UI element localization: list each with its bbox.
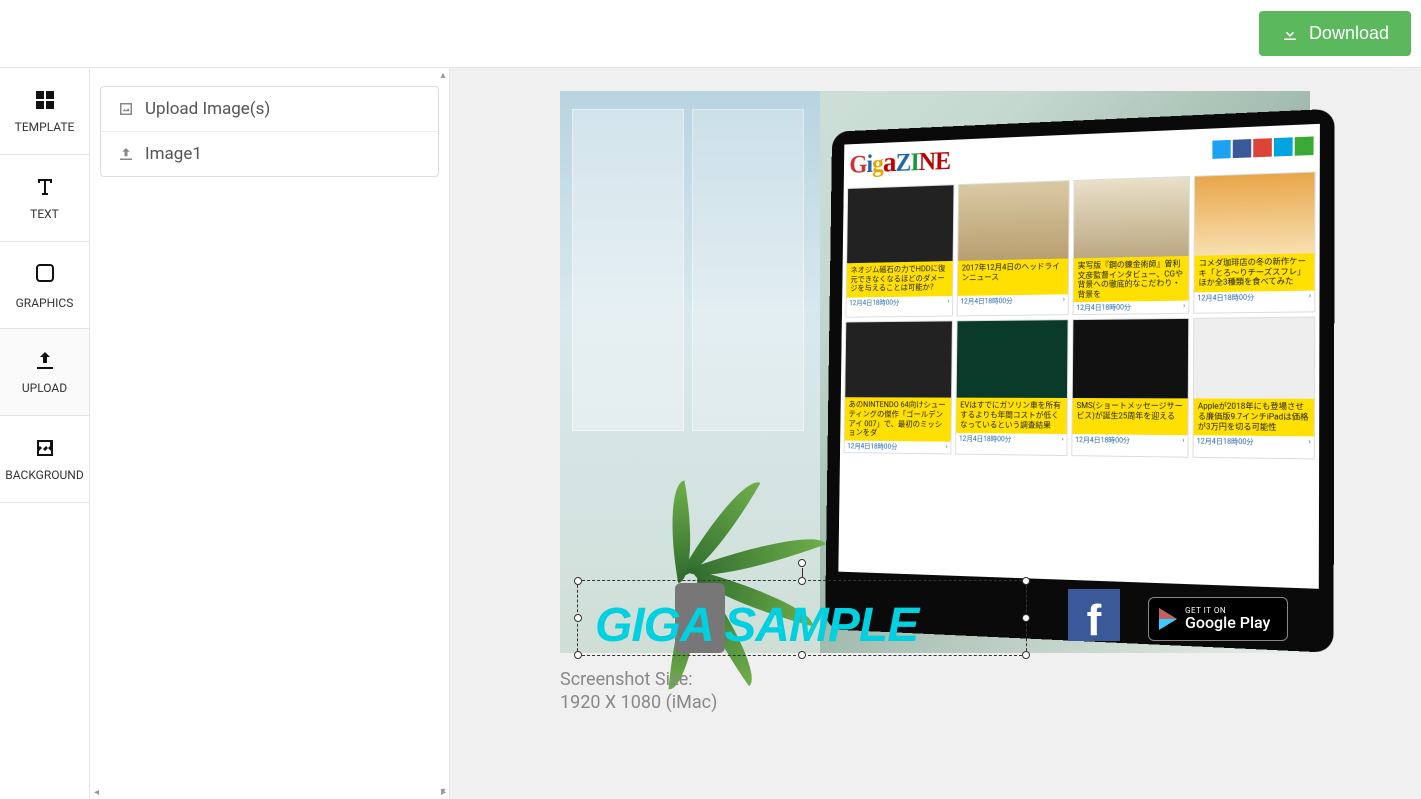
sidebar-item-label: BACKGROUND: [5, 468, 83, 482]
sidebar-item-upload[interactable]: UPLOAD: [0, 329, 89, 416]
sidebar-item-label: GRAPHICS: [16, 296, 74, 310]
caption-line: 1920 X 1080 (iMac): [560, 691, 717, 714]
google-play-big: Google Play: [1185, 615, 1270, 631]
upload-images-label: Upload Image(s): [145, 99, 270, 119]
upload-panel: Upload Image(s) Image1 ▴▾: [90, 68, 450, 799]
resize-handle[interactable]: [574, 577, 582, 585]
resize-handle[interactable]: [574, 614, 582, 622]
caption-line: Screenshot Size:: [560, 668, 717, 691]
panel-scrollbar-h[interactable]: ◂▸: [90, 785, 450, 799]
mock-social-icons: [1212, 136, 1313, 158]
upload-images-row[interactable]: Upload Image(s): [101, 87, 438, 131]
facebook-icon: f: [1087, 601, 1102, 641]
resize-handle[interactable]: [798, 651, 806, 659]
grid-icon: [33, 88, 57, 112]
sidebar-item-template[interactable]: TEMPLATE: [0, 68, 89, 155]
canvas-area: GigaZINE ネオジム磁石の力でHDDに復元できなくなるほどのダメージを与え…: [450, 68, 1421, 799]
upload-icon: [33, 349, 57, 373]
resize-handle[interactable]: [1022, 651, 1030, 659]
play-icon: [1159, 608, 1177, 630]
panel-scrollbar-v[interactable]: ▴▾: [437, 68, 449, 799]
canvas-caption: Screenshot Size: 1920 X 1080 (iMac): [560, 668, 717, 715]
image-icon: [33, 436, 57, 460]
main: TEMPLATE TEXT GRAPHICS UPLOAD BACKGROUND…: [0, 67, 1421, 799]
resize-handle[interactable]: [798, 577, 806, 585]
selection-box[interactable]: [577, 580, 1027, 656]
sidebar: TEMPLATE TEXT GRAPHICS UPLOAD BACKGROUND: [0, 68, 90, 799]
mock-site-logo: GigaZINE: [849, 144, 950, 181]
square-icon: [33, 261, 57, 285]
upload-small-icon: [117, 145, 135, 163]
sidebar-item-label: UPLOAD: [22, 381, 67, 395]
mock-card-grid: ネオジム磁石の力でHDDに復元できなくなるほどのダメージを与えることは可能か？1…: [840, 167, 1320, 463]
image1-label: Image1: [145, 144, 202, 164]
sidebar-item-graphics[interactable]: GRAPHICS: [0, 242, 89, 329]
image1-row[interactable]: Image1: [101, 131, 438, 176]
mock-imac: GigaZINE ネオジム磁石の力でHDDに復元できなくなるほどのダメージを与え…: [825, 109, 1335, 653]
download-label: Download: [1309, 23, 1389, 44]
google-play-badge[interactable]: GET IT ON Google Play: [1148, 597, 1288, 641]
download-icon: [1281, 25, 1299, 43]
resize-handle[interactable]: [1022, 577, 1030, 585]
canvas[interactable]: GigaZINE ネオジム磁石の力でHDDに復元できなくなるほどのダメージを与え…: [560, 91, 1310, 653]
image-add-icon: [117, 100, 135, 118]
topbar: Download: [0, 0, 1421, 67]
sidebar-item-label: TEMPLATE: [15, 120, 75, 134]
panel-card: Upload Image(s) Image1: [100, 86, 439, 177]
download-button[interactable]: Download: [1259, 11, 1411, 56]
rotate-handle[interactable]: [798, 559, 806, 567]
text-icon: [33, 175, 57, 199]
sidebar-item-text[interactable]: TEXT: [0, 155, 89, 242]
sidebar-item-label: TEXT: [30, 207, 59, 221]
resize-handle[interactable]: [574, 651, 582, 659]
sidebar-item-background[interactable]: BACKGROUND: [0, 416, 89, 503]
facebook-badge[interactable]: f: [1068, 589, 1120, 641]
resize-handle[interactable]: [1022, 614, 1030, 622]
